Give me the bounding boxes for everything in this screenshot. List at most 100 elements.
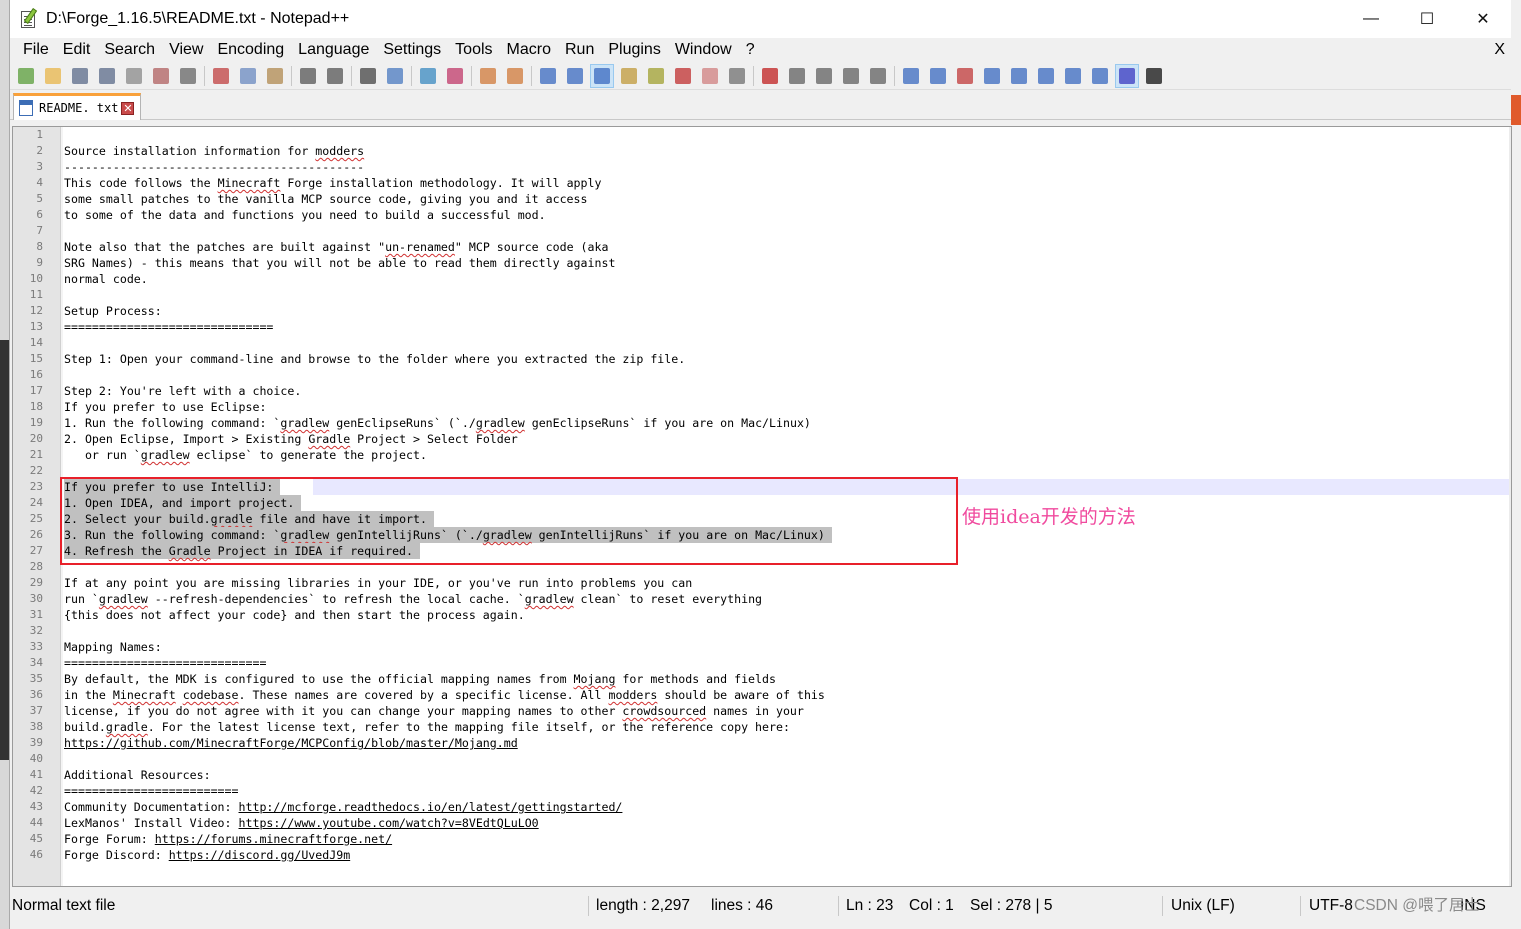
tab-readme[interactable]: README. txt ✕	[13, 93, 141, 120]
editor-line[interactable]: 23 If you prefer to use IntelliJ:	[13, 479, 1511, 495]
editor-line[interactable]: 2 Source installation information for mod…	[13, 143, 1511, 159]
minimize-button[interactable]: —	[1343, 0, 1399, 38]
editor-line[interactable]: 44 LexManos' Install Video: https://www.y…	[13, 815, 1511, 831]
download-button[interactable]	[899, 64, 923, 88]
editor-line[interactable]: 29 If at any point you are missing librar…	[13, 575, 1511, 591]
editor-line[interactable]: 26 3. Run the following command: `gradlew…	[13, 527, 1511, 543]
close-document-button[interactable]: X	[1494, 38, 1505, 62]
editor-line[interactable]: 35 By default, the MDK is configured to u…	[13, 671, 1511, 687]
text-editor[interactable]: 1 2 Source installation information for mo…	[12, 126, 1512, 887]
menu-encoding[interactable]: Encoding	[210, 38, 291, 62]
editor-line[interactable]: 36 in the Minecraft codebase. These names…	[13, 687, 1511, 703]
copy-button[interactable]	[236, 64, 260, 88]
editor-line[interactable]: 40	[13, 751, 1511, 767]
menu-plugins[interactable]: Plugins	[601, 38, 667, 62]
editor-line[interactable]: 33 Mapping Names:	[13, 639, 1511, 655]
editor-line[interactable]: 32	[13, 623, 1511, 639]
editor-line[interactable]: 28	[13, 559, 1511, 575]
editor-line[interactable]: 7	[13, 223, 1511, 239]
folder-workspace-button[interactable]	[698, 64, 722, 88]
tab-close-icon[interactable]: ✕	[121, 101, 135, 115]
editor-line[interactable]: 17 Step 2: You're left with a choice.	[13, 383, 1511, 399]
nav-top-button[interactable]	[980, 64, 1004, 88]
new-file-button[interactable]	[14, 64, 38, 88]
close-button[interactable]: ✕	[1455, 0, 1511, 38]
undo-button[interactable]	[296, 64, 320, 88]
record-macro-button[interactable]	[758, 64, 782, 88]
open-file-button[interactable]	[41, 64, 65, 88]
editor-line[interactable]: 3 ---------------------------------------…	[13, 159, 1511, 175]
editor-line[interactable]: 10 normal code.	[13, 271, 1511, 287]
save-button[interactable]	[68, 64, 92, 88]
sync-horizontal-button[interactable]	[503, 64, 527, 88]
spellcheck-button[interactable]	[1115, 63, 1139, 88]
nav-up-button[interactable]	[1007, 64, 1031, 88]
close-all-button[interactable]	[149, 64, 173, 88]
show-all-chars-button[interactable]	[563, 64, 587, 88]
editor-line[interactable]: 41 Additional Resources:	[13, 767, 1511, 783]
menu-language[interactable]: Language	[291, 38, 376, 62]
editor-line[interactable]: 8 Note also that the patches are built ag…	[13, 239, 1511, 255]
menu-macro[interactable]: Macro	[500, 38, 558, 62]
editor-line[interactable]: 5 some small patches to the vanilla MCP s…	[13, 191, 1511, 207]
editor-line[interactable]: 46 Forge Discord: https://discord.gg/Uved…	[13, 847, 1511, 863]
editor-line[interactable]: 22	[13, 463, 1511, 479]
menu-run[interactable]: Run	[558, 38, 601, 62]
word-wrap-button[interactable]	[536, 64, 560, 88]
paste-button[interactable]	[263, 64, 287, 88]
redo-button[interactable]	[323, 64, 347, 88]
editor-line[interactable]: 1	[13, 127, 1511, 143]
editor-line[interactable]: 19 1. Run the following command: `gradlew…	[13, 415, 1511, 431]
menu-tools[interactable]: Tools	[448, 38, 499, 62]
editor-line[interactable]: 12 Setup Process:	[13, 303, 1511, 319]
playback-button[interactable]	[812, 64, 836, 88]
function-list-button[interactable]	[671, 64, 695, 88]
editor-line[interactable]: 27 4. Refresh the Gradle Project in IDEA …	[13, 543, 1511, 559]
zoom-out-button[interactable]	[443, 64, 467, 88]
editor-line[interactable]: 34 =============================	[13, 655, 1511, 671]
find-button[interactable]	[356, 64, 380, 88]
editor-line[interactable]: 45 Forge Forum: https://forums.minecraftf…	[13, 831, 1511, 847]
zoom-in-button[interactable]	[416, 64, 440, 88]
panel-1-button[interactable]	[926, 64, 950, 88]
vertical-scrollbar[interactable]	[1509, 127, 1511, 886]
editor-line[interactable]: 16	[13, 367, 1511, 383]
replace-button[interactable]	[383, 64, 407, 88]
editor-line[interactable]: 42 =========================	[13, 783, 1511, 799]
editor-line[interactable]: 18 If you prefer to use Eclipse:	[13, 399, 1511, 415]
editor-line[interactable]: 4 This code follows the Minecraft Forge i…	[13, 175, 1511, 191]
editor-line[interactable]: 6 to some of the data and functions you n…	[13, 207, 1511, 223]
indent-guide-button[interactable]	[590, 63, 614, 88]
menu-help[interactable]: ?	[739, 38, 762, 62]
menu-window[interactable]: Window	[668, 38, 739, 62]
panel-3-button[interactable]	[1088, 64, 1112, 88]
menu-edit[interactable]: Edit	[56, 38, 98, 62]
nav-bottom-button[interactable]	[1061, 64, 1085, 88]
markdown-button[interactable]	[1142, 64, 1166, 88]
editor-line[interactable]: 9 SRG Names) - this means that you will n…	[13, 255, 1511, 271]
udl-button[interactable]	[617, 64, 641, 88]
monitoring-button[interactable]	[725, 64, 749, 88]
editor-line[interactable]: 21 or run `gradlew eclipse` to generate …	[13, 447, 1511, 463]
editor-line[interactable]: 11	[13, 287, 1511, 303]
run-macro-multiple-button[interactable]	[839, 64, 863, 88]
editor-line[interactable]: 43 Community Documentation: http://mcforg…	[13, 799, 1511, 815]
menu-settings[interactable]: Settings	[376, 38, 448, 62]
editor-line[interactable]: 37 license, if you do not agree with it y…	[13, 703, 1511, 719]
editor-line[interactable]: 39 https://github.com/MinecraftForge/MCPC…	[13, 735, 1511, 751]
editor-line[interactable]: 15 Step 1: Open your command-line and bro…	[13, 351, 1511, 367]
menu-search[interactable]: Search	[97, 38, 162, 62]
editor-line[interactable]: 30 run `gradlew --refresh-dependencies` t…	[13, 591, 1511, 607]
editor-line[interactable]: 38 build.gradle. For the latest license t…	[13, 719, 1511, 735]
editor-line[interactable]: 24 1. Open IDEA, and import project.	[13, 495, 1511, 511]
stop-record-button[interactable]	[785, 64, 809, 88]
maximize-button[interactable]: ☐	[1399, 0, 1455, 38]
editor-line[interactable]: 31 {this does not affect your code} and t…	[13, 607, 1511, 623]
panel-2-button[interactable]	[953, 64, 977, 88]
doc-map-button[interactable]	[644, 64, 668, 88]
cut-button[interactable]	[209, 64, 233, 88]
save-all-button[interactable]	[95, 64, 119, 88]
menu-file[interactable]: File	[16, 38, 56, 62]
editor-line[interactable]: 13 ==============================	[13, 319, 1511, 335]
menu-view[interactable]: View	[162, 38, 210, 62]
